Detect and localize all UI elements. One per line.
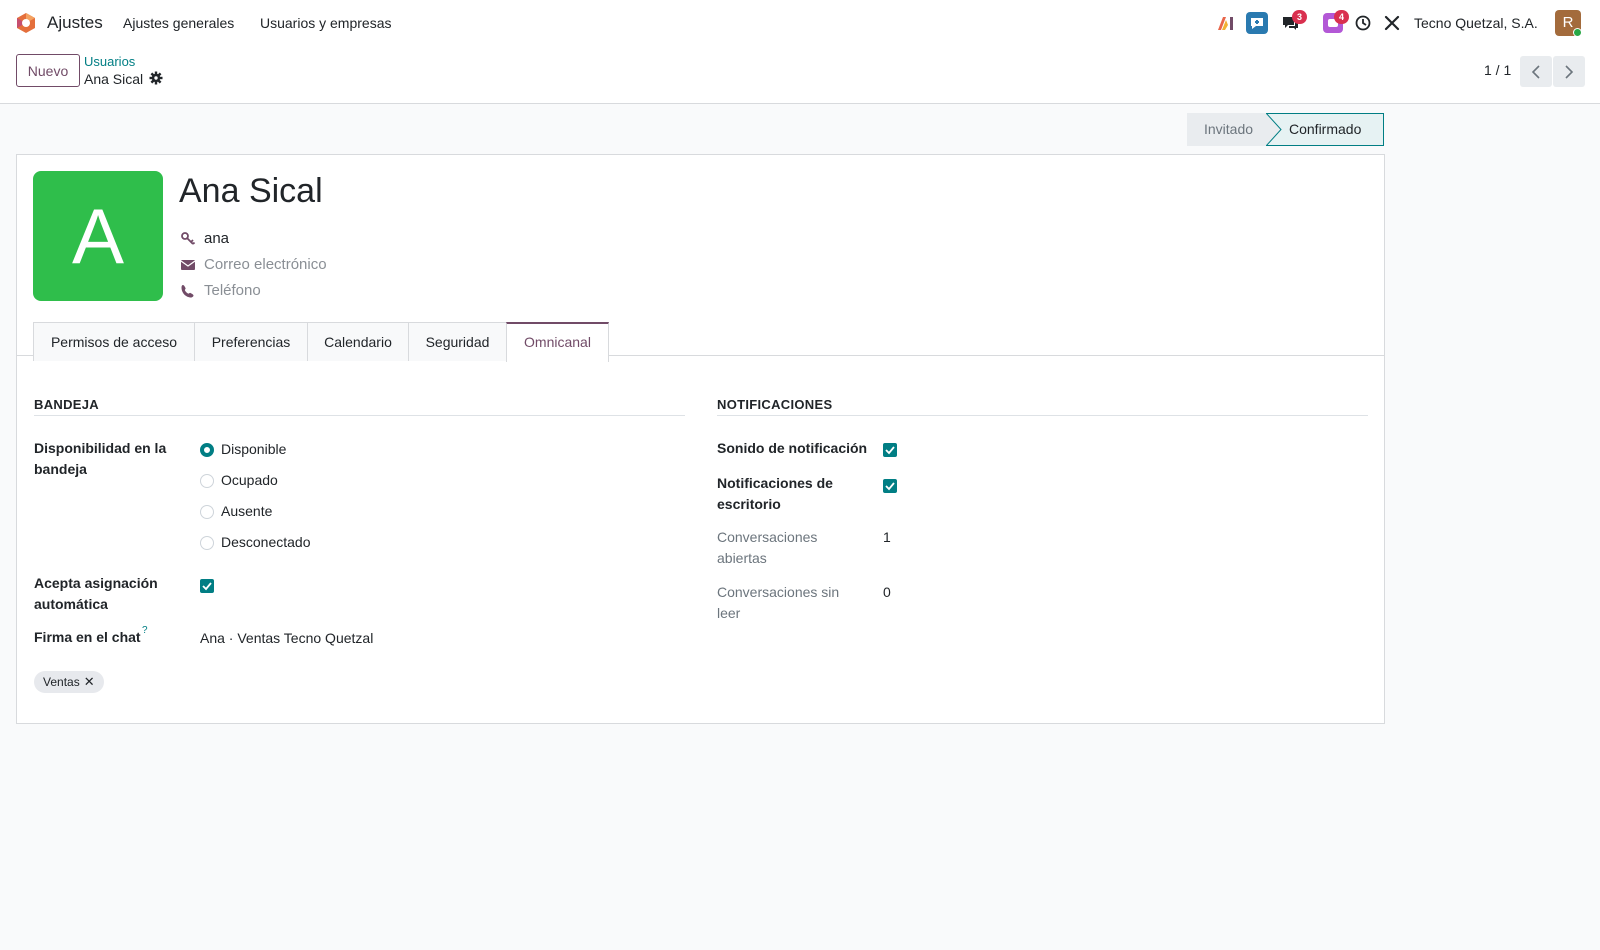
- unread-conversations-value: 0: [883, 584, 891, 600]
- user-name-field[interactable]: Ana Sical: [179, 172, 323, 211]
- chevron-right-icon: [1565, 64, 1574, 79]
- user-avatar-large[interactable]: A: [33, 171, 163, 301]
- debug-tools-icon[interactable]: [1382, 0, 1402, 46]
- sound-checkbox[interactable]: [883, 443, 897, 457]
- status-confirmado[interactable]: Confirmado: [1266, 113, 1384, 146]
- check-icon: [885, 482, 895, 491]
- open-conversations-label-line1: Conversaciones: [717, 529, 818, 545]
- app-name[interactable]: Ajustes: [47, 13, 103, 33]
- company-switcher[interactable]: Tecno Quetzal, S.A.: [1414, 15, 1538, 31]
- desktop-checkbox[interactable]: [883, 479, 897, 493]
- clock-icon[interactable]: [1353, 0, 1373, 46]
- check-icon: [202, 582, 212, 591]
- availability-label-line2: bandeja: [34, 461, 87, 477]
- pager-value[interactable]: 1 / 1: [1484, 62, 1511, 78]
- status-arrow: [1266, 113, 1282, 146]
- desktop-label-line1: Notificaciones de: [717, 475, 833, 491]
- chevron-left-icon: [1531, 64, 1540, 79]
- tag-ventas: Ventas ✕: [34, 671, 104, 693]
- phone-field[interactable]: Teléfono: [204, 282, 261, 299]
- section-bandeja-title: BANDEJA: [34, 397, 99, 412]
- pager-next-button[interactable]: [1553, 56, 1585, 87]
- top-navbar: Ajustes Ajustes generales Usuarios y emp…: [0, 0, 1600, 46]
- tab-preferencias[interactable]: Preferencias: [194, 322, 308, 361]
- sound-label: Sonido de notificación: [717, 440, 868, 456]
- tab-seguridad[interactable]: Seguridad: [408, 322, 507, 361]
- notebook-tabs: Permisos de acceso Preferencias Calendar…: [17, 317, 1384, 362]
- radio-disponible[interactable]: [200, 443, 214, 457]
- tag-ventas-label: Ventas: [43, 675, 80, 689]
- open-conversations-value: 1: [883, 529, 891, 545]
- radio-ausente-label[interactable]: Ausente: [221, 503, 272, 519]
- radio-ocupado-label[interactable]: Ocupado: [221, 472, 278, 488]
- form-sheet: A Ana Sical ana Correo electrónico Teléf…: [16, 154, 1385, 724]
- signature-field[interactable]: Ana · Ventas Tecno Quetzal: [200, 630, 373, 646]
- email-field[interactable]: Correo electrónico: [204, 256, 327, 273]
- radio-desconectado[interactable]: [200, 536, 214, 550]
- new-button[interactable]: Nuevo: [16, 54, 80, 87]
- auto-assign-checkbox[interactable]: [200, 579, 214, 593]
- desktop-label-line2: escritorio: [717, 496, 781, 512]
- chat-badge: 3: [1292, 10, 1307, 24]
- availability-label-line1: Disponibilidad en la: [34, 440, 167, 456]
- unread-conversations-label-line1: Conversaciones sin: [717, 584, 840, 600]
- envelope-icon: [180, 260, 196, 270]
- section-notificaciones-title: NOTIFICACIONES: [717, 397, 833, 412]
- ai-icon[interactable]: [1215, 0, 1237, 46]
- status-invitado[interactable]: Invitado: [1187, 113, 1267, 146]
- app-logo-icon[interactable]: [16, 12, 36, 34]
- breadcrumb-current: Ana Sical: [84, 71, 144, 87]
- radio-ocupado[interactable]: [200, 474, 214, 488]
- control-panel: Nuevo Usuarios Ana Sical 1 / 1: [0, 46, 1600, 104]
- pager-previous-button[interactable]: [1520, 56, 1552, 87]
- check-icon: [885, 446, 895, 455]
- menu-usuarios-empresas[interactable]: Usuarios y empresas: [260, 15, 392, 31]
- breadcrumb-users[interactable]: Usuarios: [84, 54, 135, 69]
- radio-ausente[interactable]: [200, 505, 214, 519]
- section-bandeja-divider: [34, 415, 685, 416]
- tab-calendario[interactable]: Calendario: [307, 322, 409, 361]
- discuss-icon[interactable]: [1245, 0, 1269, 46]
- menu-ajustes-generales[interactable]: Ajustes generales: [123, 15, 234, 31]
- radio-desconectado-label[interactable]: Desconectado: [221, 534, 311, 550]
- signature-help-tooltip[interactable]: ?: [142, 625, 148, 636]
- activity-badge: 4: [1334, 10, 1349, 24]
- radio-disponible-label[interactable]: Disponible: [221, 441, 286, 457]
- phone-icon: [181, 285, 194, 298]
- signature-label: Firma en el chat: [34, 629, 141, 645]
- auto-assign-label-line2: automática: [34, 596, 108, 612]
- auto-assign-label-line1: Acepta asignación: [34, 575, 158, 591]
- gear-icon[interactable]: [149, 71, 163, 85]
- tab-permisos-acceso[interactable]: Permisos de acceso: [33, 322, 195, 361]
- login-field[interactable]: ana: [204, 230, 229, 247]
- tab-omnicanal[interactable]: Omnicanal: [506, 322, 609, 362]
- tag-remove-icon[interactable]: ✕: [84, 674, 95, 689]
- section-notificaciones-divider: [717, 415, 1368, 416]
- online-status-dot: [1573, 28, 1582, 37]
- open-conversations-label-line2: abiertas: [717, 550, 767, 566]
- unread-conversations-label-line2: leer: [717, 605, 741, 621]
- key-icon: [181, 232, 196, 245]
